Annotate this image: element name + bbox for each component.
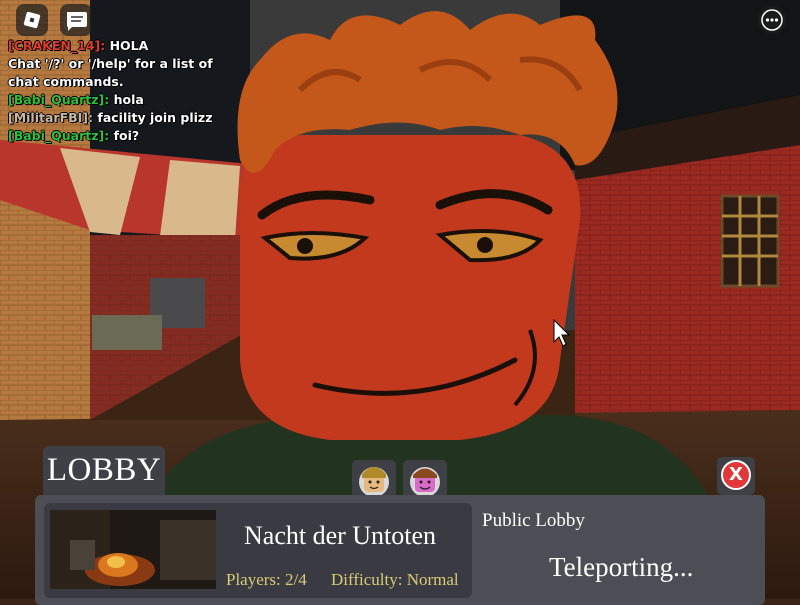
difficulty-label: Difficulty: Normal xyxy=(331,570,459,589)
chat-text: foi? xyxy=(113,128,140,143)
close-icon: X xyxy=(721,460,751,490)
chat-text: hola xyxy=(113,92,144,107)
chat-username[interactable]: [MilitarFBI]: xyxy=(8,110,93,125)
chat-system-message: Chat '/?' or '/help' for a list of chat … xyxy=(8,55,218,91)
map-thumbnail xyxy=(50,510,216,589)
chat-message: [MilitarFBI]: facility join plizz xyxy=(8,109,218,127)
chat-message: [Babi_Quartz]: hola xyxy=(8,91,218,109)
chat-username[interactable]: [CRAKEN_14]: xyxy=(8,38,105,53)
ellipsis-icon xyxy=(761,9,783,31)
player-avatar[interactable] xyxy=(403,460,447,500)
map-name: Nacht der Untoten xyxy=(244,521,437,550)
chat-username[interactable]: [Babi_Quartz]: xyxy=(8,92,109,107)
chat-bubble-icon xyxy=(67,12,87,31)
chat-text: HOLA xyxy=(109,38,149,53)
close-lobby-button[interactable]: X xyxy=(717,457,755,495)
lobby-tab: LOBBY xyxy=(43,446,165,496)
lobby-panel: Nacht der Untoten Players: 2/4 Difficult… xyxy=(35,495,765,605)
chat-log: [CRAKEN_14]: HOLA Chat '/?' or '/help' f… xyxy=(8,37,218,145)
chat-button[interactable] xyxy=(60,4,92,36)
map-card: Nacht der Untoten Players: 2/4 Difficult… xyxy=(44,503,472,598)
lobby-type: Public Lobby xyxy=(482,510,585,531)
player-head-icon xyxy=(410,467,440,497)
chat-message: [CRAKEN_14]: HOLA xyxy=(8,37,218,55)
player-head-icon xyxy=(359,467,389,497)
chat-text: facility join plizz xyxy=(97,110,213,125)
chat-text: Chat '/?' or '/help' for a list of chat … xyxy=(8,56,213,89)
teleport-status: Teleporting... xyxy=(549,552,694,582)
more-options-button[interactable] xyxy=(758,6,786,34)
map-thumbnail-image xyxy=(50,510,216,589)
roblox-menu-button[interactable] xyxy=(16,4,48,36)
roblox-logo-icon xyxy=(23,11,41,29)
player-avatar[interactable] xyxy=(352,460,396,500)
chat-message: [Babi_Quartz]: foi? xyxy=(8,127,218,145)
chat-username[interactable]: [Babi_Quartz]: xyxy=(8,128,109,143)
player-count: Players: 2/4 xyxy=(226,570,307,589)
lobby-title: LOBBY xyxy=(46,452,162,488)
